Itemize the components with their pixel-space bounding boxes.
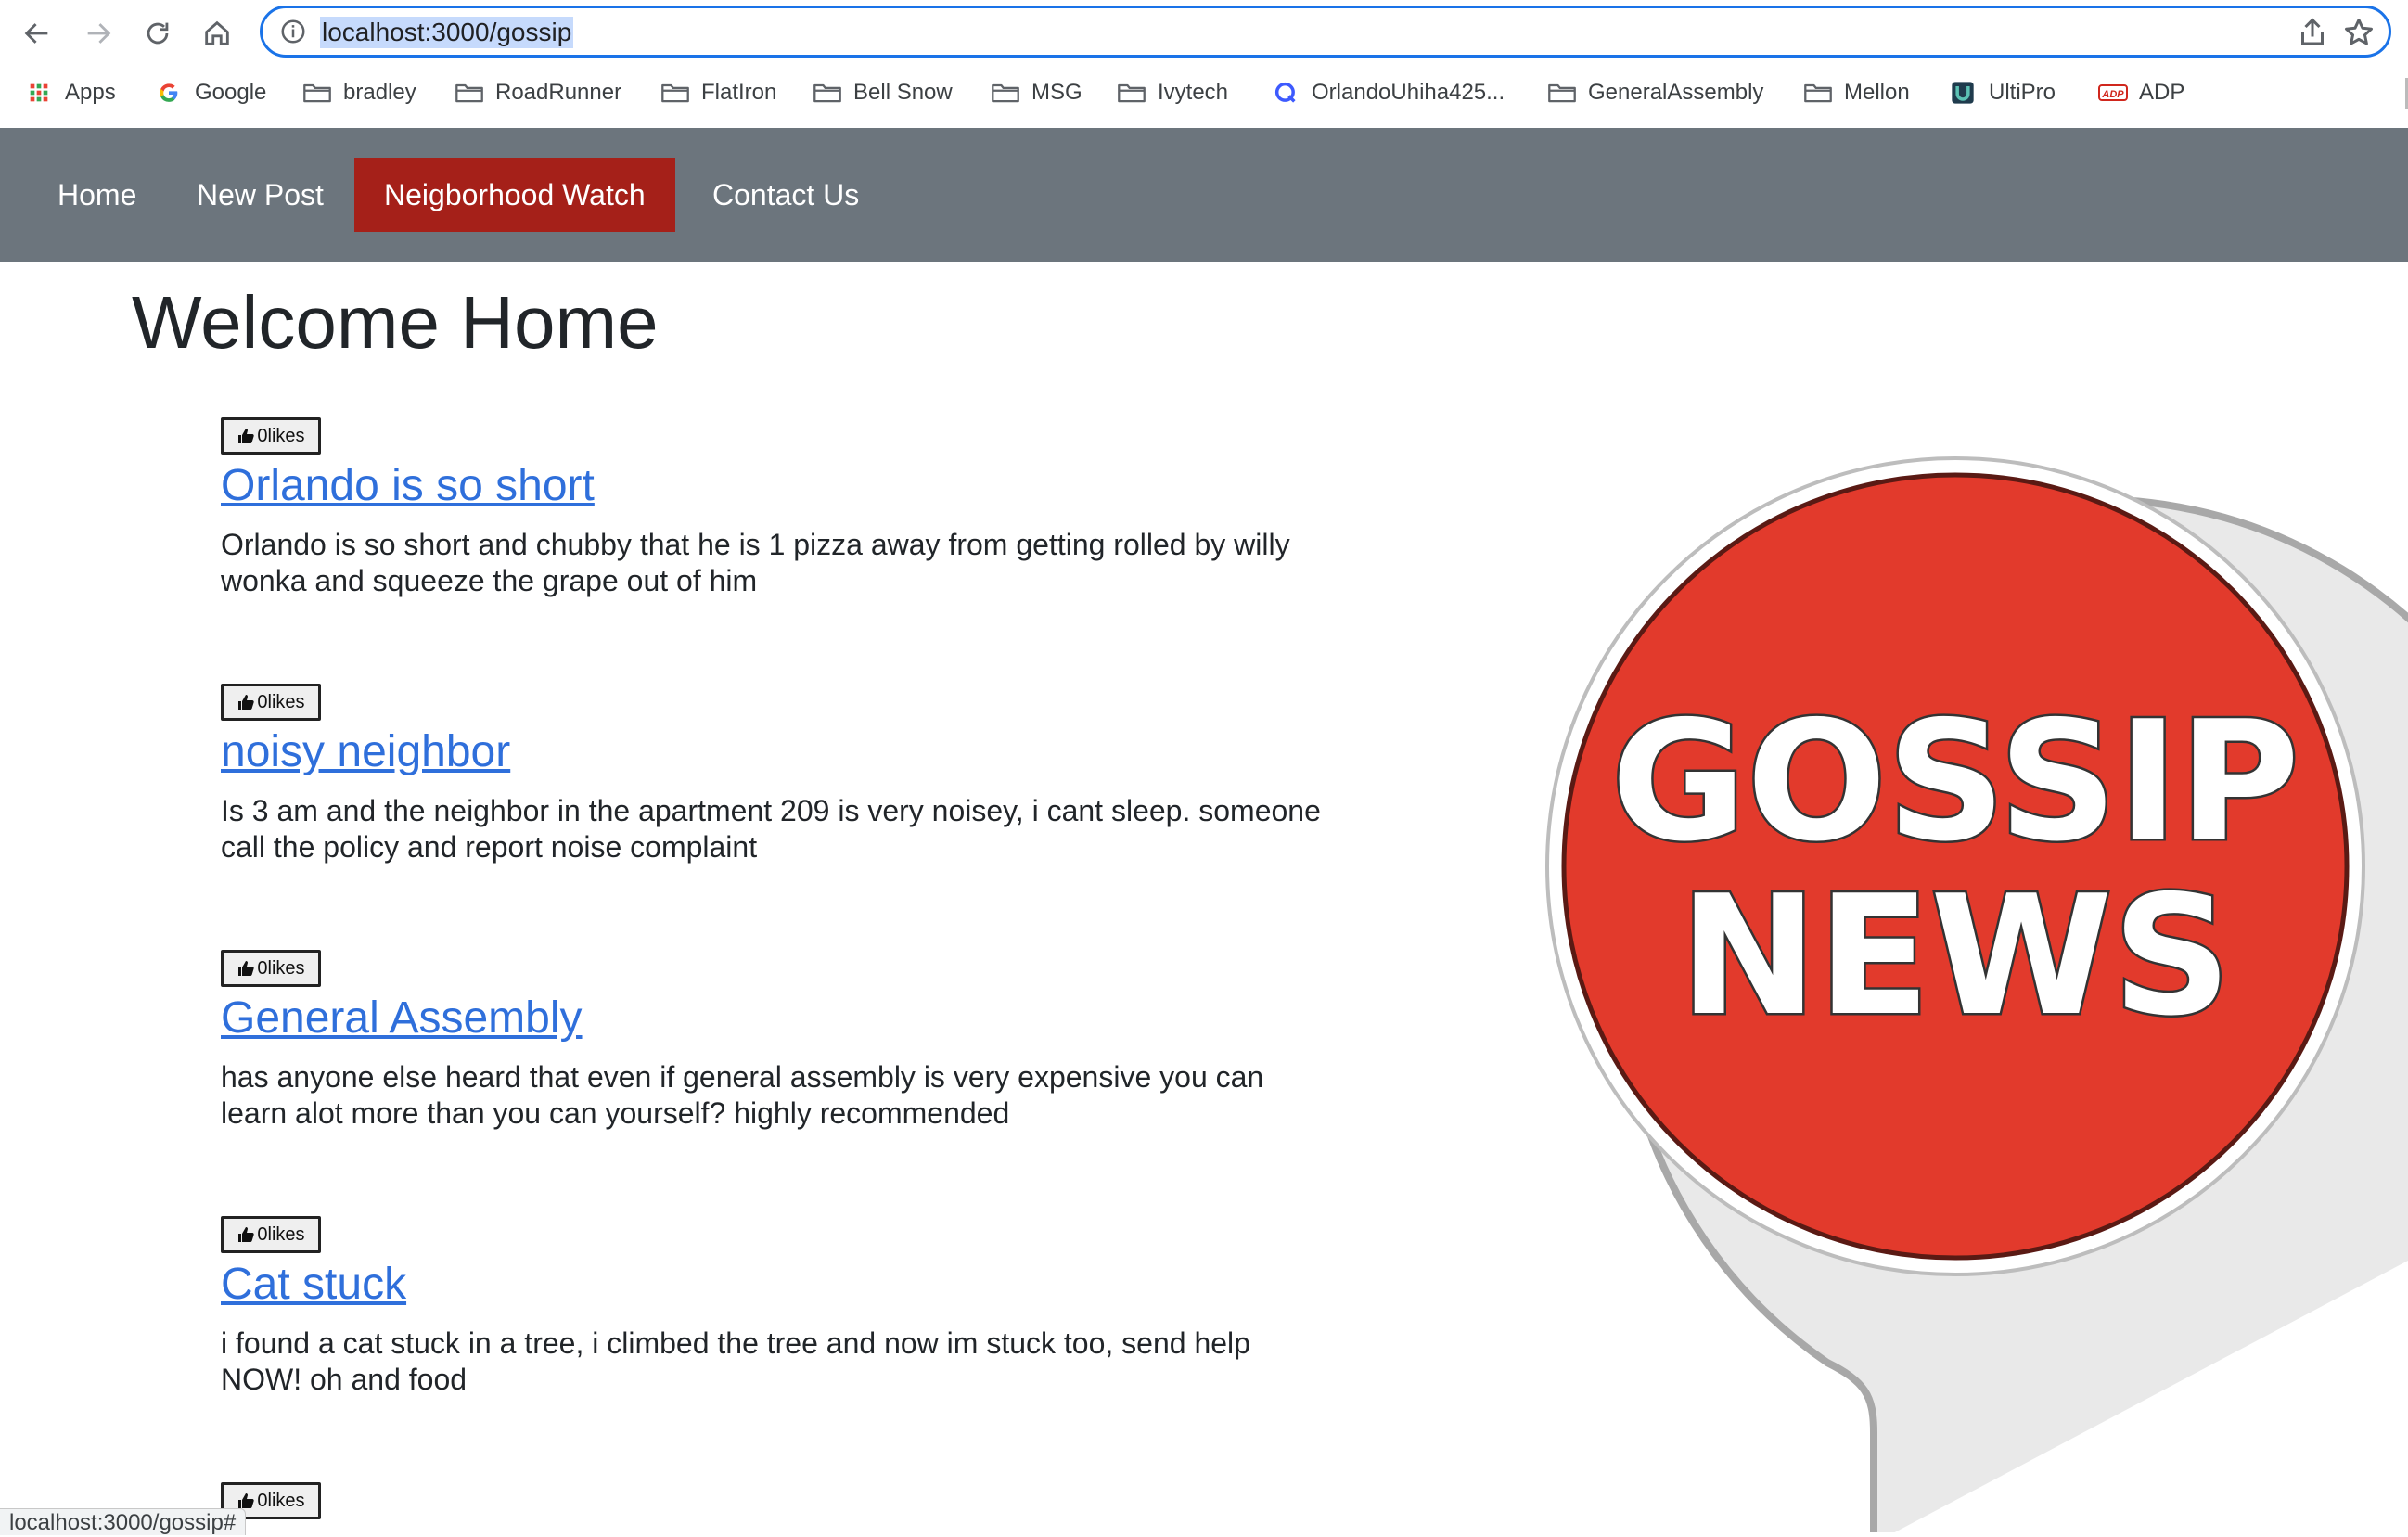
bookmark-star-icon[interactable] [2342, 16, 2376, 49]
bookmark-ultipro[interactable]: UltiPro [1948, 72, 2056, 113]
home-icon [205, 20, 229, 45]
bookmark-label: Apps [65, 80, 116, 105]
logo-text-news: NEWS [1679, 860, 2231, 1052]
bookmark-apps[interactable]: Apps [24, 72, 116, 113]
svg-text:ADP: ADP [2101, 89, 2124, 100]
bookmark-adp[interactable]: ADP ADP [2098, 72, 2184, 113]
like-count: 0likes [257, 1490, 305, 1511]
info-icon[interactable] [279, 18, 307, 45]
reload-icon [147, 22, 169, 45]
like-count: 0likes [257, 1223, 305, 1245]
thumbs-up-icon [237, 427, 255, 445]
address-bar[interactable]: localhost:3000/gossip [260, 6, 2391, 58]
site-navbar: Home New Post Neigborhood Watch Contact … [0, 128, 2408, 262]
bookmark-label: GeneralAssembly [1588, 80, 1764, 105]
status-bar-url: localhost:3000/gossip# [0, 1508, 247, 1535]
folder-icon [660, 80, 690, 106]
nav-contact-us-link[interactable]: Contact Us [683, 158, 889, 232]
url-text[interactable]: localhost:3000/gossip [320, 17, 574, 48]
bookmark-label: Ivytech [1158, 80, 1229, 105]
bookmark-bell-snow[interactable]: Bell Snow [813, 72, 953, 113]
thumbs-up-icon [237, 1225, 255, 1244]
bookmark-msg[interactable]: MSG [991, 72, 1082, 113]
thumbs-up-icon [237, 1492, 255, 1510]
forward-button[interactable] [78, 13, 119, 54]
post-body: Is 3 am and the neighbor in the apartmen… [221, 794, 1321, 864]
bookmark-label: ADP [2139, 80, 2185, 105]
like-button[interactable]: 0likes [221, 684, 321, 721]
post-title-link[interactable]: General Assembly [221, 991, 583, 1046]
thumbs-up-icon [237, 693, 255, 711]
bookmark-label: FlatIron [701, 80, 777, 105]
post-body: i found a cat stuck in a tree, i climbed… [221, 1326, 1250, 1396]
folder-icon [991, 80, 1020, 106]
post-body: has anyone else heard that even if gener… [221, 1060, 1264, 1130]
folder-icon [302, 80, 332, 106]
bookmark-mellon[interactable]: Mellon [1803, 72, 1910, 113]
nav-home-link[interactable]: Home [28, 158, 166, 232]
bookmark-google[interactable]: Google [154, 72, 266, 113]
like-count: 0likes [257, 425, 305, 446]
bookmark-label: RoadRunner [495, 80, 622, 105]
bookmark-label: UltiPro [1989, 80, 2056, 105]
bookmark-label: Bell Snow [853, 80, 953, 105]
post-body: Orlando is so short and chubby that he i… [221, 528, 1290, 597]
reload-button[interactable] [137, 13, 178, 54]
bookmark-ivytech[interactable]: Ivytech [1117, 72, 1228, 113]
home-button[interactable] [197, 13, 237, 54]
forward-arrow-icon [87, 23, 111, 44]
folder-icon [1117, 80, 1146, 106]
bookmark-flatiron[interactable]: FlatIron [660, 72, 776, 113]
google-icon [154, 80, 184, 106]
gossip-news-logo: GOSSIP NEWS [1545, 456, 2408, 1532]
back-arrow-icon [24, 23, 48, 44]
ultipro-icon [1948, 80, 1978, 106]
bookmark-orlandouhiha425[interactable]: OrlandoUhiha425... [1271, 72, 1505, 113]
folder-icon [1803, 80, 1833, 106]
nav-new-post-link[interactable]: New Post [167, 158, 353, 232]
folder-icon [1547, 80, 1577, 106]
bookmark-label: Mellon [1844, 80, 1910, 105]
adp-icon: ADP [2098, 80, 2128, 106]
folder-icon [813, 80, 842, 106]
browser-chrome: localhost:3000/gossip Apps Google bradley R… [0, 0, 2408, 129]
like-count: 0likes [257, 691, 305, 712]
post-title-link[interactable]: Orlando is so short [221, 458, 595, 514]
bookmark-generalassembly[interactable]: GeneralAssembly [1547, 72, 1763, 113]
thumbs-up-icon [237, 959, 255, 978]
folder-icon [455, 80, 484, 106]
nav-neighborhood-watch-link[interactable]: Neigborhood Watch [354, 158, 675, 232]
share-icon[interactable] [2296, 16, 2329, 49]
page-title: Welcome Home [132, 281, 659, 364]
bookmarks-bar: Apps Google bradley RoadRunner FlatIron Bell … [0, 72, 2408, 113]
like-button[interactable]: 0likes [221, 1216, 321, 1253]
bookmark-label: bradley [343, 80, 416, 105]
like-button[interactable]: 0likes [221, 950, 321, 987]
bookmark-roadrunner[interactable]: RoadRunner [455, 72, 621, 113]
like-count: 0likes [257, 957, 305, 979]
post-title-link[interactable]: Cat stuck [221, 1257, 406, 1313]
q-icon [1271, 80, 1300, 106]
bookmark-label: Google [195, 80, 267, 105]
apps-grid-icon [24, 80, 54, 106]
logo-text-gossip: GOSSIP [1611, 685, 2300, 877]
bookmark-label: OrlandoUhiha425... [1312, 80, 1505, 105]
bookmark-bradley[interactable]: bradley [302, 72, 416, 113]
post-title-link[interactable]: noisy neighbor [221, 724, 510, 780]
like-button[interactable]: 0likes [221, 417, 321, 455]
back-button[interactable] [17, 13, 58, 54]
bookmark-label: MSG [1031, 80, 1082, 105]
